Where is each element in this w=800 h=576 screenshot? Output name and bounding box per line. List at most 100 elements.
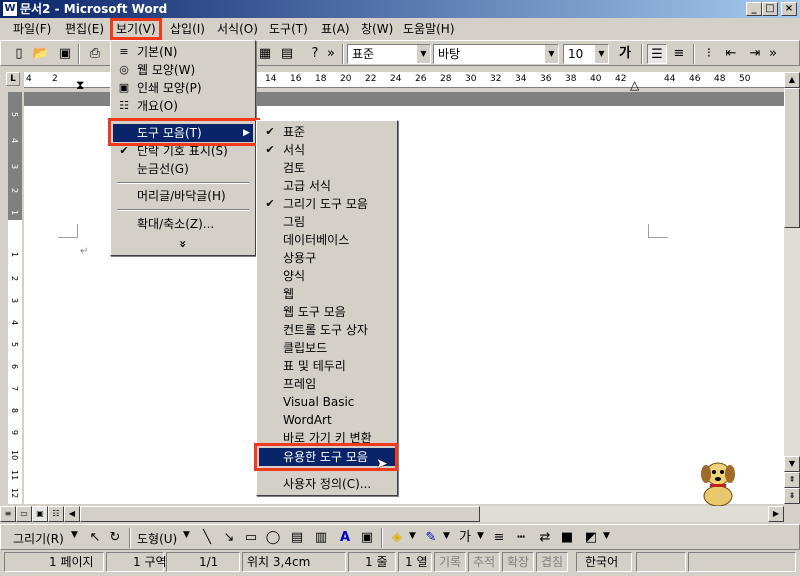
new-doc-icon[interactable]: ▯	[9, 44, 29, 64]
toolbar-item-autotext[interactable]: 상용구	[259, 249, 395, 267]
arrow-icon[interactable]: ↘	[219, 528, 239, 548]
free-rotate-icon[interactable]: ↻	[105, 528, 125, 548]
menu-view[interactable]: 보기(V)	[110, 18, 162, 40]
toolbar-item-wordart[interactable]: WordArt	[259, 411, 395, 429]
line-style-icon[interactable]: ≡	[489, 528, 509, 548]
status-rec[interactable]: 기록	[434, 552, 466, 572]
toolbar-item-database[interactable]: 데이터베이스	[259, 231, 395, 249]
menu-item-gridlines[interactable]: 눈금선(G)	[113, 160, 253, 178]
scroll-thumb[interactable]	[784, 88, 800, 228]
dropdown-arrow-icon[interactable]: ▼	[71, 530, 78, 540]
font-select[interactable]: 바탕 ▼	[433, 44, 559, 64]
maximize-button[interactable]: □	[762, 2, 778, 16]
bold-button[interactable]: 가	[615, 44, 635, 64]
vertical-ruler[interactable]: 5 4 3 2 1 1 2 3 4 5 6 7 8 9 10 11 12	[8, 92, 22, 504]
toolbar-item-clipboard[interactable]: 클립보드	[259, 339, 395, 357]
toolbar-item-web-tools[interactable]: 웹 도구 모음	[259, 303, 395, 321]
columns-icon[interactable]: ▤	[277, 44, 297, 64]
menu-edit[interactable]: 편집(E)	[62, 21, 107, 38]
menu-item-header-footer[interactable]: 머리글/바닥글(H)	[113, 187, 253, 205]
insert-wordart-icon[interactable]: A	[335, 528, 355, 548]
toolbar-item-drawing[interactable]: ✔ 그리기 도구 모음	[259, 195, 395, 213]
oval-icon[interactable]: ◯	[263, 528, 283, 548]
toolbar-item-control-toolbox[interactable]: 컨트롤 도구 상자	[259, 321, 395, 339]
chevron-down-icon[interactable]: ▼	[594, 45, 608, 63]
decrease-indent-icon[interactable]: ⇤	[721, 44, 741, 64]
draw-menu-button[interactable]: 그리기(R)	[13, 530, 64, 547]
menu-insert[interactable]: 삽입(I)	[167, 21, 208, 38]
print-layout-icon[interactable]: ▣	[32, 506, 48, 522]
menu-table[interactable]: 표(A)	[318, 21, 353, 38]
shadow-icon[interactable]: ■	[557, 528, 577, 548]
menu-item-web-layout[interactable]: ◎ 웹 모양(W)	[113, 61, 253, 79]
toolbar-item-web[interactable]: 웹	[259, 285, 395, 303]
line-color-icon[interactable]: ✎	[421, 528, 441, 548]
menu-window[interactable]: 창(W)	[358, 21, 396, 38]
line-icon[interactable]: ╲	[197, 528, 217, 548]
align-center-icon[interactable]: ≡	[669, 44, 689, 64]
toolbar-item-forms[interactable]: 양식	[259, 267, 395, 285]
close-button[interactable]: ×	[781, 2, 797, 16]
dropdown-arrow-icon[interactable]: ▼	[183, 530, 190, 540]
dropdown-arrow-icon[interactable]: ▼	[603, 531, 610, 541]
size-select[interactable]: 10 ▼	[563, 44, 609, 64]
autoshapes-button[interactable]: 도형(U)	[137, 530, 177, 547]
dropdown-arrow-icon[interactable]: ▼	[409, 531, 416, 541]
bullets-icon[interactable]: ⁝	[699, 44, 719, 64]
menu-item-normal[interactable]: ≡ 기본(N)	[113, 43, 253, 61]
menu-format[interactable]: 서식(O)	[214, 21, 261, 38]
dash-style-icon[interactable]: ┅	[511, 528, 531, 548]
toolbar-item-picture[interactable]: 그림	[259, 213, 395, 231]
horizontal-scroll-thumb[interactable]	[80, 506, 480, 522]
open-folder-icon[interactable]: 📂	[31, 44, 51, 64]
scroll-right-icon[interactable]: ▶	[768, 506, 784, 522]
save-icon[interactable]: ▣	[55, 44, 75, 64]
next-page-icon[interactable]: ⇟	[784, 488, 800, 504]
arrow-style-icon[interactable]: ⇄	[535, 528, 555, 548]
toolbar-item-formatting[interactable]: ✔ 서식	[259, 141, 395, 159]
style-select[interactable]: 표준 ▼	[347, 44, 431, 64]
indent-marker[interactable]: ⧗	[76, 78, 84, 93]
menu-expand-button[interactable]: »	[113, 235, 253, 253]
normal-view-icon[interactable]: ≡	[0, 506, 16, 522]
minimize-button[interactable]: _	[746, 2, 762, 16]
more-buttons-icon[interactable]: »	[325, 44, 337, 64]
menu-tools[interactable]: 도구(T)	[266, 21, 311, 38]
previous-page-icon[interactable]: ⇞	[784, 472, 800, 488]
toolbar-item-advanced-formatting[interactable]: 고급 서식	[259, 177, 395, 195]
3d-icon[interactable]: ◩	[581, 528, 601, 548]
word-icon[interactable]: W	[2, 1, 18, 17]
status-trk[interactable]: 추적	[468, 552, 500, 572]
right-indent-marker[interactable]: △	[630, 78, 639, 92]
font-color-icon[interactable]: 가	[455, 528, 475, 548]
toolbar-item-standard[interactable]: ✔ 표준	[259, 123, 395, 141]
rectangle-icon[interactable]: ▭	[241, 528, 261, 548]
print-icon[interactable]: ⎙	[85, 44, 105, 64]
select-objects-icon[interactable]: ↖	[85, 528, 105, 548]
wordart-icon[interactable]: ▥	[311, 528, 331, 548]
status-ovr[interactable]: 겹침	[536, 552, 568, 572]
menu-item-outline[interactable]: ☷ 개요(O)	[113, 97, 253, 115]
scroll-up-icon[interactable]: ▲	[784, 72, 800, 88]
outline-view-icon[interactable]: ☷	[48, 506, 64, 522]
horizontal-scroll-track[interactable]	[80, 506, 768, 522]
toolbar-item-customize[interactable]: 사용자 정의(C)...	[259, 475, 395, 493]
align-justify-icon[interactable]: ☰	[647, 44, 667, 64]
increase-indent-icon[interactable]: ⇥	[745, 44, 765, 64]
tab-selector[interactable]: L	[6, 72, 20, 86]
status-ext[interactable]: 확장	[502, 552, 534, 572]
toolbar-item-reviewing[interactable]: 검토	[259, 159, 395, 177]
clipart-icon[interactable]: ▣	[357, 528, 377, 548]
chevron-down-icon[interactable]: ▼	[544, 45, 558, 63]
toolbar-item-visual-basic[interactable]: Visual Basic	[259, 393, 395, 411]
menu-item-zoom[interactable]: 확대/축소(Z)...	[113, 215, 253, 233]
scroll-down-icon[interactable]: ▼	[784, 456, 800, 472]
menu-help[interactable]: 도움말(H)	[400, 21, 458, 38]
chevron-down-icon[interactable]: ▼	[416, 45, 430, 63]
insert-table-icon[interactable]: ▦	[255, 44, 275, 64]
office-assistant-dog[interactable]	[692, 456, 744, 508]
menu-item-print-layout[interactable]: ▣ 인쇄 모양(P)	[113, 79, 253, 97]
scroll-left-icon[interactable]: ◀	[64, 506, 80, 522]
fill-color-icon[interactable]: ◈	[387, 528, 407, 548]
more-buttons-icon[interactable]: »	[767, 44, 779, 64]
